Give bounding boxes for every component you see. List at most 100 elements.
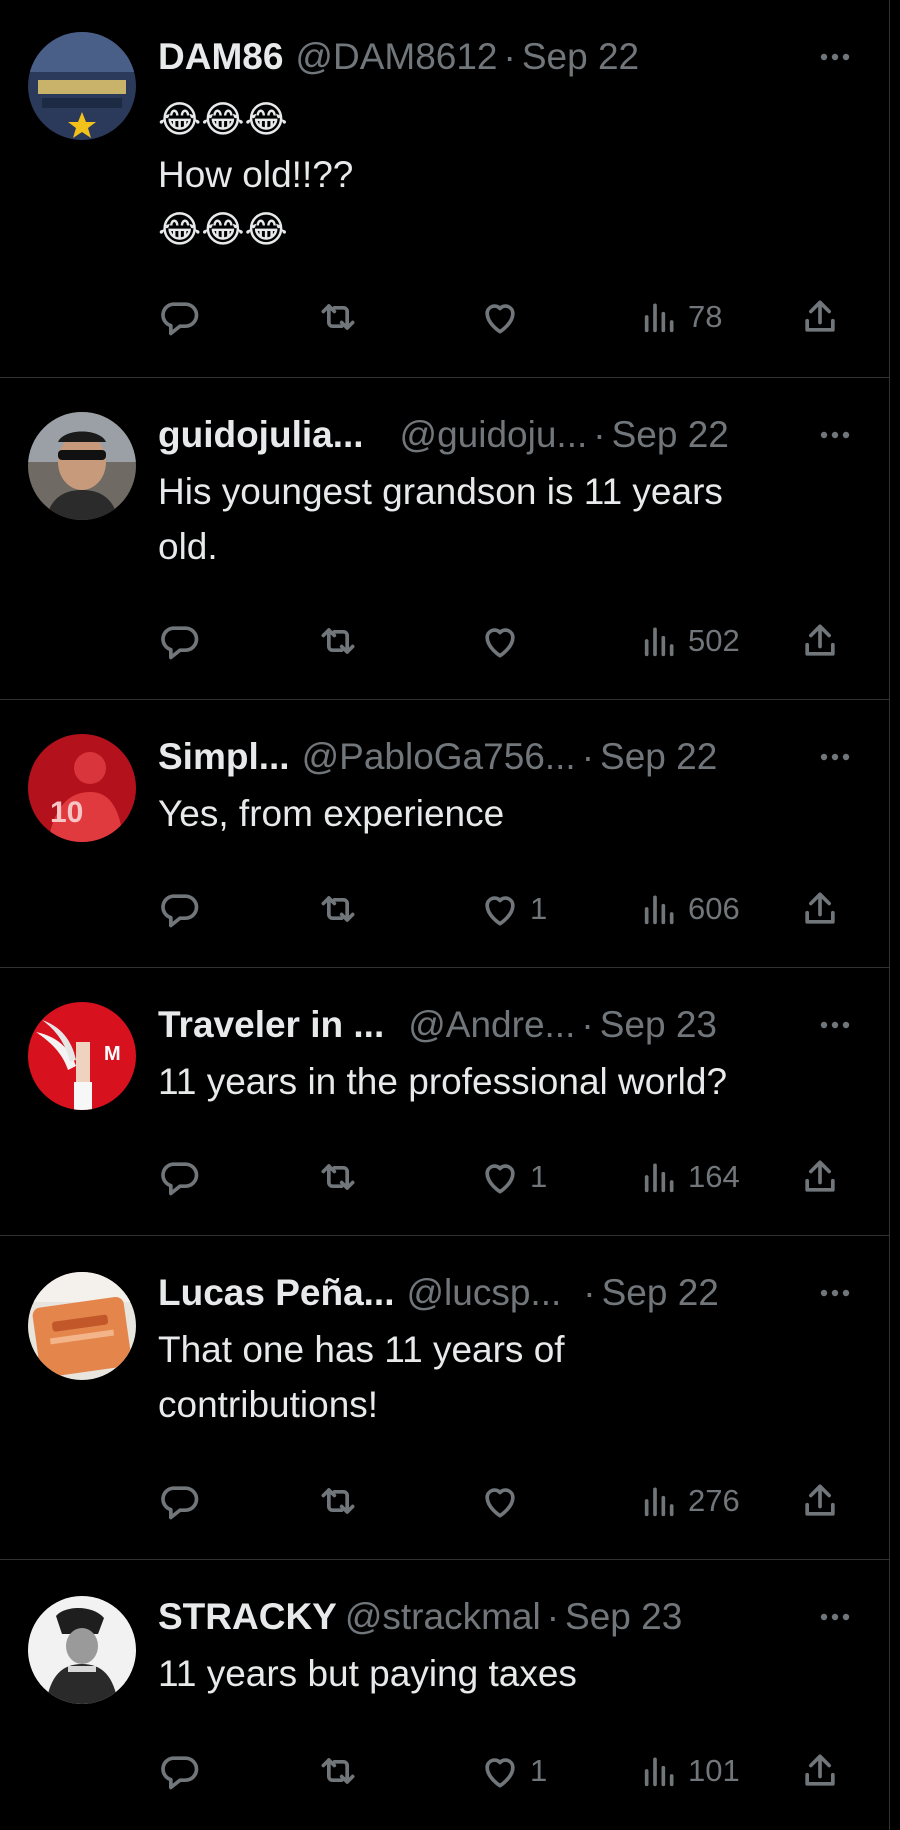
avatar[interactable] — [28, 412, 136, 520]
views-button[interactable]: 606 — [640, 886, 740, 932]
tweet-date[interactable]: Sep 22 — [522, 36, 639, 78]
reply-feed: DAM86 @DAM8612 · Sep 22 😂😂😂 How old!!?? … — [0, 0, 890, 1830]
views-button[interactable]: 78 — [640, 294, 722, 340]
like-button[interactable]: 1 — [478, 1154, 547, 1200]
view-count: 101 — [688, 1753, 740, 1788]
tweet[interactable]: Lucas Peña... @lucsp... · Sep 22 That on… — [0, 1236, 890, 1560]
tweet-text-line: 😂😂😂 — [158, 209, 288, 250]
views-icon — [644, 1163, 674, 1193]
share-button[interactable] — [798, 294, 842, 340]
reply-button[interactable] — [158, 1154, 202, 1200]
like-icon — [485, 1164, 515, 1194]
avatar[interactable]: M — [28, 1002, 136, 1110]
view-count: 78 — [688, 299, 723, 334]
user-handle[interactable]: @strackmal — [345, 1596, 541, 1638]
like-button[interactable] — [478, 294, 530, 340]
tweet-text-line: That one has 11 years of — [158, 1329, 565, 1370]
retweet-button[interactable] — [316, 1154, 360, 1200]
views-icon — [644, 1487, 674, 1517]
tweet[interactable]: DAM86 @DAM8612 · Sep 22 😂😂😂 How old!!?? … — [0, 0, 890, 378]
share-button[interactable] — [798, 1748, 842, 1794]
user-handle[interactable]: @DAM8612 — [295, 36, 497, 78]
separator-dot: · — [546, 1596, 560, 1637]
tweet[interactable]: M Traveler in ... @Andre... · Sep 23 11 … — [0, 968, 890, 1236]
views-button[interactable]: 101 — [640, 1748, 740, 1794]
like-button[interactable] — [478, 618, 530, 664]
user-handle[interactable]: @guidoju... — [400, 414, 588, 456]
like-button[interactable] — [478, 1478, 530, 1524]
reply-button[interactable] — [158, 1478, 202, 1524]
user-handle[interactable]: @Andre... — [408, 1004, 575, 1046]
more-icon[interactable] — [820, 1270, 850, 1316]
like-count: 1 — [530, 1753, 548, 1788]
avatar[interactable] — [28, 1272, 136, 1380]
views-button[interactable]: 502 — [640, 618, 740, 664]
share-icon — [805, 300, 835, 332]
like-icon — [485, 628, 515, 658]
reply-button[interactable] — [158, 1748, 202, 1794]
retweet-button[interactable] — [316, 294, 360, 340]
display-name[interactable]: guidojulia... — [158, 414, 364, 456]
like-button[interactable]: 1 — [478, 1748, 547, 1794]
tweet-text-line: 😂😂😂 — [158, 99, 288, 140]
like-icon — [485, 1488, 515, 1518]
more-icon[interactable] — [820, 34, 850, 80]
share-button[interactable] — [798, 886, 842, 932]
views-button[interactable]: 164 — [640, 1154, 740, 1200]
retweet-button[interactable] — [316, 1748, 360, 1794]
avatar[interactable] — [28, 32, 136, 140]
share-button[interactable] — [798, 1478, 842, 1524]
share-button[interactable] — [798, 618, 842, 664]
reply-button[interactable] — [158, 618, 202, 664]
user-handle[interactable]: @PabloGa756... — [302, 736, 576, 778]
tweet[interactable]: 10 Simpl... @PabloGa756... · Sep 22 Yes,… — [0, 700, 890, 968]
view-count: 164 — [688, 1159, 740, 1194]
separator-dot: · — [581, 1004, 594, 1045]
tweet-text: 11 years in the professional world? — [158, 1054, 850, 1109]
avatar[interactable]: 10 — [28, 734, 136, 842]
user-handle[interactable]: @lucsp... — [407, 1272, 562, 1314]
reply-icon — [161, 626, 199, 660]
like-button[interactable]: 1 — [478, 886, 547, 932]
tweet-date[interactable]: Sep 22 — [602, 1272, 719, 1314]
retweet-button[interactable] — [316, 886, 360, 932]
retweet-icon — [321, 628, 355, 654]
tweet[interactable]: guidojulia... @guidoju... · Sep 22 His y… — [0, 378, 890, 700]
more-icon[interactable] — [820, 1594, 850, 1640]
display-name[interactable]: Simpl... — [158, 736, 290, 778]
tweet-date[interactable]: Sep 22 — [600, 736, 717, 778]
tweet-text: 😂😂😂 How old!!?? 😂😂😂 — [158, 92, 850, 257]
tweet-text: 11 years but paying taxes — [158, 1646, 850, 1701]
tweet-header: DAM86 @DAM8612 · Sep 22 — [158, 34, 850, 80]
display-name[interactable]: DAM86 — [158, 36, 283, 78]
view-count: 502 — [688, 623, 740, 658]
action-bar: 1 164 — [158, 1154, 860, 1200]
share-button[interactable] — [798, 1154, 842, 1200]
retweet-button[interactable] — [316, 618, 360, 664]
tweet-text-line: contributions! — [158, 1384, 379, 1425]
views-icon — [644, 895, 674, 925]
reply-button[interactable] — [158, 294, 202, 340]
share-icon — [805, 1754, 835, 1786]
like-icon — [485, 304, 515, 334]
tweet-header: Traveler in ... @Andre... · Sep 23 — [158, 1002, 850, 1048]
more-icon[interactable] — [820, 1002, 850, 1048]
more-icon[interactable] — [820, 412, 850, 458]
reply-button[interactable] — [158, 886, 202, 932]
tweet[interactable]: STRACKY @strackmal · Sep 23 11 years but… — [0, 1560, 890, 1830]
tweet-date[interactable]: Sep 22 — [612, 414, 729, 456]
tweet-text-line: Yes, from experience — [158, 793, 505, 834]
action-bar: 1 606 — [158, 886, 860, 932]
display-name[interactable]: Lucas Peña... — [158, 1272, 395, 1314]
tweet-date[interactable]: Sep 23 — [565, 1596, 682, 1638]
separator-dot: · — [581, 736, 595, 777]
display-name[interactable]: Traveler in ... — [158, 1004, 384, 1046]
view-count: 606 — [688, 891, 740, 926]
display-name[interactable]: STRACKY — [158, 1596, 337, 1638]
more-icon[interactable] — [820, 734, 850, 780]
views-button[interactable]: 276 — [640, 1478, 740, 1524]
retweet-button[interactable] — [316, 1478, 360, 1524]
tweet-date[interactable]: Sep 23 — [600, 1004, 717, 1046]
retweet-icon — [321, 896, 355, 922]
avatar[interactable] — [28, 1596, 136, 1704]
